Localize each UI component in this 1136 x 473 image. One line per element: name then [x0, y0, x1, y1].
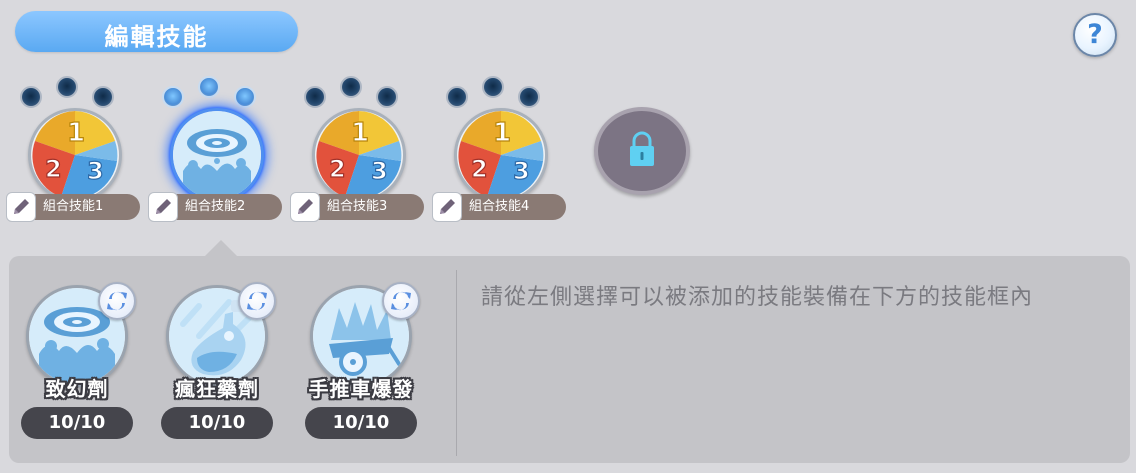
svg-text:2: 2	[45, 155, 62, 183]
svg-text:2: 2	[471, 155, 488, 183]
pencil-edit-icon[interactable]	[148, 192, 178, 222]
pip-dot	[162, 86, 184, 108]
pip-dot	[446, 86, 468, 108]
skill-item-2[interactable]: 瘋狂藥劑 10/10	[157, 282, 277, 443]
selection-pointer	[204, 240, 238, 257]
pencil-edit-icon[interactable]	[6, 192, 36, 222]
svg-text:3: 3	[513, 157, 530, 185]
skill-item-3[interactable]: 手推車爆發 10/10	[301, 282, 421, 443]
skill-pips	[152, 76, 282, 110]
swap-icon[interactable]	[382, 282, 420, 320]
combo-label: 組合技能1	[43, 199, 104, 214]
skill-count: 10/10	[21, 407, 133, 439]
pip-dot	[56, 76, 78, 98]
svg-text:3: 3	[87, 157, 104, 185]
combo-label: 組合技能2	[185, 199, 246, 214]
pencil-edit-icon[interactable]	[432, 192, 462, 222]
combo-slot-2[interactable]: 組合技能2	[148, 76, 282, 226]
svg-text:1: 1	[493, 118, 511, 148]
svg-text:1: 1	[351, 118, 369, 148]
skill-count: 10/10	[161, 407, 273, 439]
page-title: 編輯技能	[104, 23, 209, 51]
pip-dot	[518, 86, 540, 108]
svg-text:1: 1	[67, 118, 85, 148]
pip-dot	[234, 86, 256, 108]
swap-icon[interactable]	[98, 282, 136, 320]
svg-text:2: 2	[329, 155, 346, 183]
combo-name-tag[interactable]: 組合技能4	[432, 192, 566, 222]
combo-123-icon[interactable]: 1 2 3	[312, 108, 406, 202]
skill-count: 10/10	[305, 407, 417, 439]
pip-dot	[340, 76, 362, 98]
pip-dot	[92, 86, 114, 108]
combo-name-tag[interactable]: 組合技能3	[290, 192, 424, 222]
skill-name: 瘋狂藥劑	[175, 377, 259, 401]
swirl-splash-icon[interactable]	[170, 108, 264, 202]
skill-pips	[436, 76, 566, 110]
pip-dot	[376, 86, 398, 108]
skill-item-1[interactable]: 致幻劑 10/10	[17, 282, 137, 443]
combo-123-icon[interactable]: 1 2 3	[454, 108, 548, 202]
combo-slot-3[interactable]: 1 2 3 組合技能3	[290, 76, 424, 226]
lock-icon	[630, 131, 654, 166]
title-pill: 編輯技能	[15, 11, 298, 52]
question-mark-icon: ?	[1087, 19, 1103, 50]
locked-slot[interactable]	[594, 107, 690, 195]
skill-pips	[10, 76, 140, 110]
combo-name-tag[interactable]: 組合技能1	[6, 192, 140, 222]
pencil-edit-icon[interactable]	[290, 192, 320, 222]
combo-123-icon[interactable]: 1 2 3	[28, 108, 122, 202]
svg-text:3: 3	[371, 157, 388, 185]
skill-name: 手推車爆發	[308, 377, 414, 401]
skill-name: 致幻劑	[45, 377, 109, 401]
pip-dot	[304, 86, 326, 108]
pip-dot	[198, 76, 220, 98]
combo-slot-4[interactable]: 1 2 3 組合技能4	[432, 76, 566, 226]
combo-name-tag[interactable]: 組合技能2	[148, 192, 282, 222]
pip-dot	[20, 86, 42, 108]
pip-dot	[482, 76, 504, 98]
swap-icon[interactable]	[238, 282, 276, 320]
combo-label: 組合技能3	[327, 199, 388, 214]
instruction-text: 請從左側選擇可以被添加的技能裝備在下方的技能框內	[481, 285, 1034, 310]
combo-slot-1[interactable]: 1 2 3 組合技能1	[6, 76, 140, 226]
skill-pips	[294, 76, 424, 110]
panel-divider	[456, 270, 457, 456]
combo-label: 組合技能4	[469, 199, 530, 214]
help-button[interactable]: ?	[1073, 13, 1117, 57]
